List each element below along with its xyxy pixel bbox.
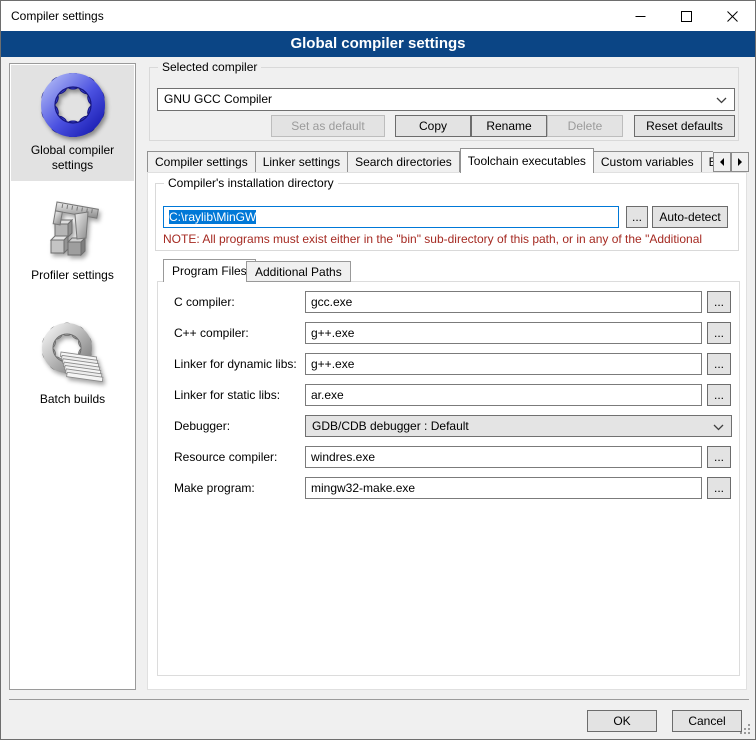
settings-category-list: Global compiler settings [9, 63, 136, 690]
scroll-right-icon [736, 157, 744, 167]
ok-button[interactable]: OK [587, 710, 657, 732]
copy-button[interactable]: Copy [395, 115, 471, 137]
resize-grip-icon[interactable] [740, 724, 750, 734]
resource-compiler-label: Resource compiler: [174, 446, 277, 468]
maximize-button[interactable] [663, 1, 709, 31]
set-as-default-button[interactable]: Set as default [271, 115, 385, 137]
tab-build-options[interactable]: Builc [702, 151, 713, 173]
tab-custom-variables[interactable]: Custom variables [594, 151, 702, 173]
resource-compiler-browse-button[interactable]: ... [707, 446, 731, 468]
minimize-icon [635, 11, 646, 22]
cancel-button[interactable]: Cancel [672, 710, 742, 732]
delete-button[interactable]: Delete [547, 115, 623, 137]
window-title: Compiler settings [11, 1, 104, 31]
static-linker-label: Linker for static libs: [174, 384, 280, 406]
sidebar-item-label: Batch builds [11, 390, 134, 415]
c-compiler-browse-button[interactable]: ... [707, 291, 731, 313]
dynamic-linker-browse-button[interactable]: ... [707, 353, 731, 375]
auto-detect-button[interactable]: Auto-detect [652, 206, 728, 228]
close-icon [727, 11, 738, 22]
static-linker-input[interactable] [305, 384, 702, 406]
dynamic-linker-input[interactable] [305, 353, 702, 375]
sidebar-item-batch-builds[interactable]: Batch builds [11, 314, 134, 415]
footer-divider [9, 699, 749, 700]
dynamic-linker-label: Linker for dynamic libs: [174, 353, 297, 375]
installation-directory-value: C:\raylib\MinGW [169, 210, 256, 224]
chevron-down-icon [716, 97, 727, 104]
gray-gear-stack-icon [41, 322, 105, 386]
debugger-value: GDB/CDB debugger : Default [312, 419, 469, 433]
tab-scroll-right-button[interactable] [731, 152, 749, 172]
tab-search-directories[interactable]: Search directories [348, 151, 460, 173]
make-program-label: Make program: [174, 477, 255, 499]
rename-button[interactable]: Rename [471, 115, 547, 137]
note-text: NOTE: All programs must exist either in … [163, 232, 741, 246]
tab-linker-settings[interactable]: Linker settings [256, 151, 348, 173]
tab-toolchain-executables[interactable]: Toolchain executables [460, 148, 594, 173]
window-controls [617, 1, 755, 31]
reset-defaults-button[interactable]: Reset defaults [634, 115, 735, 137]
c-compiler-input[interactable] [305, 291, 702, 313]
static-linker-browse-button[interactable]: ... [707, 384, 731, 406]
selected-compiler-group-label: Selected compiler [158, 60, 261, 74]
minimize-button[interactable] [617, 1, 663, 31]
cpp-compiler-browse-button[interactable]: ... [707, 322, 731, 344]
debugger-label: Debugger: [174, 415, 230, 437]
sidebar-item-global-compiler-settings[interactable]: Global compiler settings [11, 65, 134, 181]
make-program-input[interactable] [305, 477, 702, 499]
caliper-icon [41, 198, 105, 262]
selected-compiler-combobox[interactable]: GNU GCC Compiler [157, 88, 735, 111]
scroll-left-icon [718, 157, 726, 167]
sidebar-item-profiler-settings[interactable]: Profiler settings [11, 190, 134, 291]
make-program-browse-button[interactable]: ... [707, 477, 731, 499]
page-title: Global compiler settings [1, 31, 755, 57]
titlebar[interactable]: Compiler settings [1, 1, 755, 31]
compiler-settings-window: Compiler settings Global compiler settin… [0, 0, 756, 740]
cpp-compiler-input[interactable] [305, 322, 702, 344]
browse-directory-button[interactable]: ... [626, 206, 648, 228]
tab-additional-paths[interactable]: Additional Paths [246, 261, 351, 282]
maximize-icon [681, 11, 692, 22]
sidebar-item-label: Profiler settings [11, 266, 134, 291]
tab-scroll-left-button[interactable] [713, 152, 731, 172]
installation-directory-input[interactable]: C:\raylib\MinGW [163, 206, 619, 228]
sidebar-item-label: Global compiler settings [11, 141, 134, 181]
installation-directory-group-label: Compiler's installation directory [164, 176, 338, 190]
close-button[interactable] [709, 1, 755, 31]
compiler-tabs: Compiler settings Linker settings Search… [147, 148, 713, 173]
c-compiler-label: C compiler: [174, 291, 235, 313]
tab-compiler-settings[interactable]: Compiler settings [147, 151, 256, 173]
resource-compiler-input[interactable] [305, 446, 702, 468]
blue-gear-icon [41, 73, 105, 137]
debugger-combobox[interactable]: GDB/CDB debugger : Default [305, 415, 732, 437]
program-files-panel: C compiler: ... C++ compiler: ... Linker… [157, 281, 740, 676]
selected-compiler-value: GNU GCC Compiler [164, 92, 272, 106]
chevron-down-icon [713, 424, 724, 431]
cpp-compiler-label: C++ compiler: [174, 322, 249, 344]
tab-program-files[interactable]: Program Files [163, 259, 256, 282]
